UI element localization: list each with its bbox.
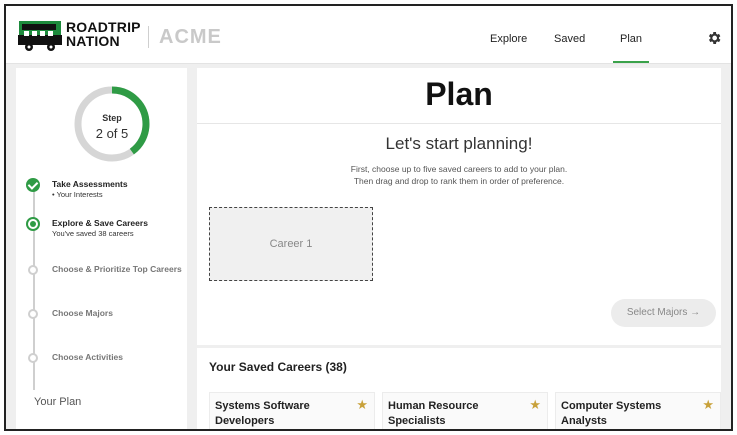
- plan-panel: Plan Let's start planning! First, choose…: [197, 68, 721, 345]
- star-icon[interactable]: ★: [702, 397, 714, 413]
- roadtrip-nation-logo[interactable]: ROADTRIP NATION ACME: [18, 20, 221, 52]
- app-window: ROADTRIP NATION ACME Explore Saved Plan …: [4, 4, 733, 431]
- career-drop-slot-1[interactable]: Career 1: [209, 207, 373, 281]
- your-plan-link[interactable]: Your Plan: [34, 396, 81, 408]
- check-icon: [26, 178, 40, 192]
- nav-active-indicator: [613, 61, 649, 63]
- star-icon[interactable]: ★: [356, 397, 368, 413]
- career-name: Human Resource Specialists: [388, 400, 479, 427]
- todo-step-icon: [28, 353, 38, 363]
- slot-label: Career 1: [269, 238, 313, 250]
- plan-subtitle: Let's start planning!: [385, 134, 533, 153]
- current-step-icon: [26, 217, 40, 231]
- instructions-line-1: First, choose up to five saved careers t…: [350, 164, 568, 174]
- logo-wordmark: ROADTRIP NATION: [66, 20, 141, 48]
- step-subtitle: You've saved 38 careers: [52, 229, 134, 238]
- logo-divider: [148, 26, 149, 48]
- career-card[interactable]: Computer Systems Analysts ★: [555, 392, 721, 429]
- bus-logo-icon: [18, 21, 62, 51]
- divider: [197, 123, 721, 124]
- nav-saved[interactable]: Saved: [554, 33, 585, 45]
- page-title: Plan: [425, 76, 493, 112]
- select-majors-button[interactable]: Select Majors →: [611, 299, 716, 327]
- progress-sidebar: Step 2 of 5 Take Assessments • Your Inte…: [16, 68, 187, 429]
- gear-icon[interactable]: [706, 30, 722, 46]
- step-progress-ring: [74, 86, 150, 162]
- todo-step-icon: [28, 309, 38, 319]
- logo-line-2: NATION: [66, 33, 120, 49]
- todo-step-icon: [28, 265, 38, 275]
- step-title: Choose Activities: [52, 352, 124, 362]
- logo-line-1: ROADTRIP: [66, 19, 141, 35]
- step-label: Step: [102, 113, 122, 123]
- saved-careers-panel: Your Saved Careers (38) Systems Software…: [197, 348, 721, 429]
- step-subtitle: • Your Interests: [52, 190, 103, 199]
- career-name: Computer Systems Analysts: [561, 400, 662, 427]
- star-icon[interactable]: ★: [529, 397, 541, 413]
- top-header: ROADTRIP NATION ACME Explore Saved Plan: [6, 6, 731, 64]
- career-card[interactable]: Human Resource Specialists ★: [382, 392, 548, 429]
- career-card[interactable]: Systems Software Developers ★: [209, 392, 375, 429]
- step-title: Take Assessments: [52, 179, 128, 189]
- step-count: 2 of 5: [95, 126, 129, 141]
- saved-careers-title: Your Saved Careers (38): [209, 360, 347, 374]
- career-name: Systems Software Developers: [215, 400, 310, 427]
- nav-explore[interactable]: Explore: [490, 33, 527, 45]
- partner-logo: ACME: [159, 26, 222, 48]
- step-title: Explore & Save Careers: [52, 218, 148, 228]
- step-title: Choose Majors: [52, 308, 113, 318]
- plan-instructions: First, choose up to five saved careers t…: [197, 163, 721, 187]
- nav-plan[interactable]: Plan: [620, 33, 642, 45]
- instructions-line-2: Then drag and drop to rank them in order…: [353, 176, 565, 186]
- step-title: Choose & Prioritize Top Careers: [52, 264, 182, 274]
